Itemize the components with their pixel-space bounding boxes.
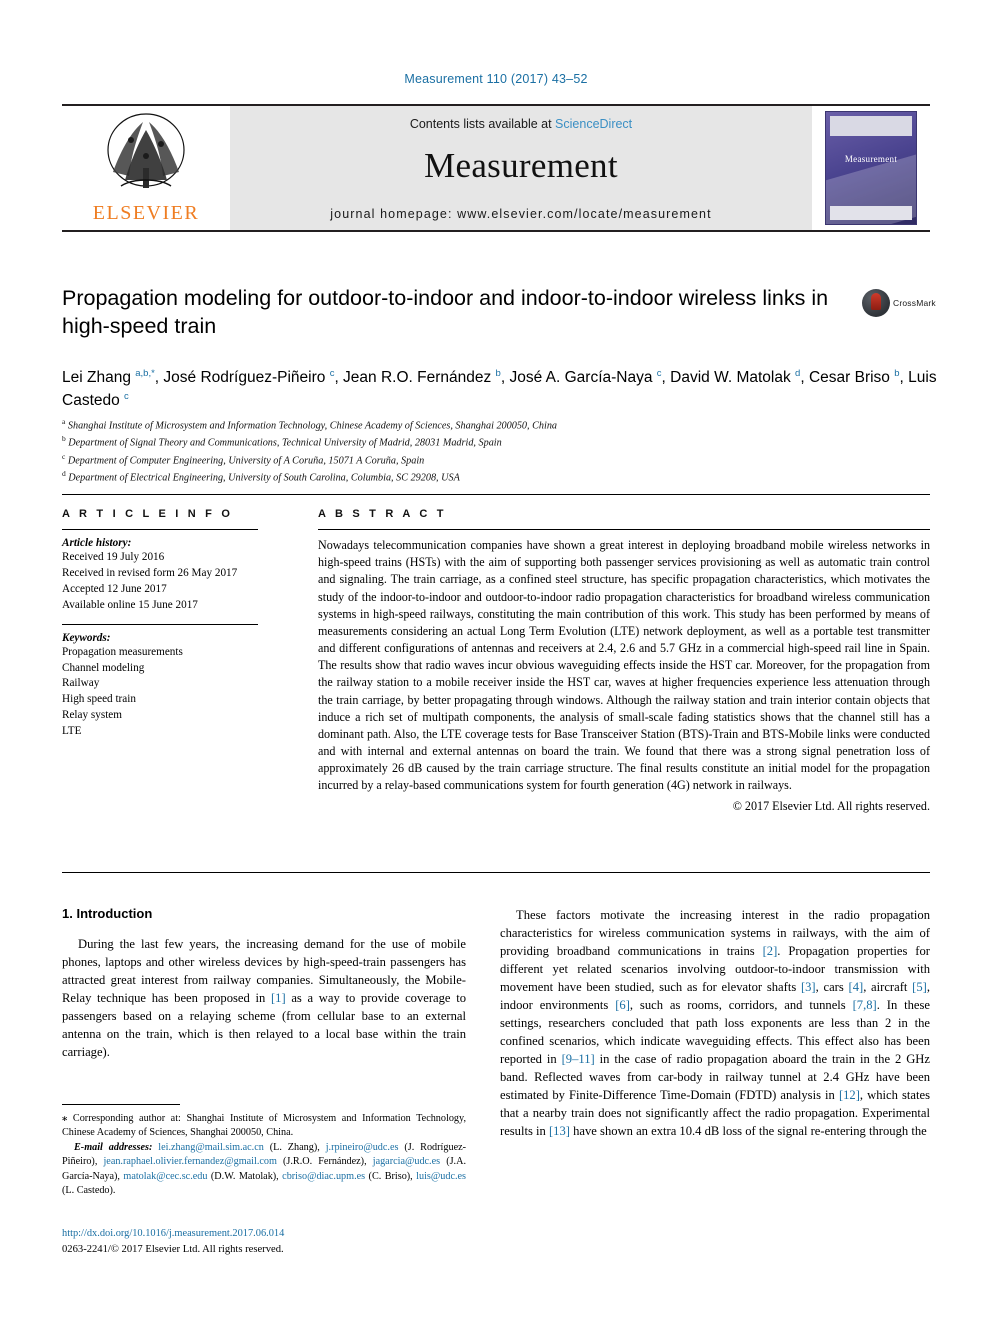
body-column-right: These factors motivate the increasing in… [500, 906, 930, 1140]
keyword-item: High speed train [62, 693, 136, 706]
journal-homepage-line[interactable]: journal homepage: www.elsevier.com/locat… [230, 207, 812, 221]
cover-bottom-band [830, 206, 912, 220]
article-info-heading: A R T I C L E I N F O [62, 508, 234, 520]
keyword-item: Railway [62, 677, 100, 690]
divider-above-abstract [62, 494, 930, 495]
cover-top-band [830, 116, 912, 136]
article-info-column: A R T I C L E I N F O Article history: R… [62, 508, 258, 740]
abstract-copyright: © 2017 Elsevier Ltd. All rights reserved… [732, 798, 930, 813]
journal-title: Measurement [424, 146, 618, 185]
sciencedirect-link[interactable]: ScienceDirect [555, 117, 632, 131]
affiliation-item: a Shanghai Institute of Microsystem and … [62, 417, 942, 434]
keyword-item: Relay system [62, 709, 122, 722]
abstract-heading-rule [318, 529, 930, 530]
journal-cover-thumbnail: Measurement [825, 111, 917, 225]
issn-copyright-line: 0263-2241/© 2017 Elsevier Ltd. All right… [62, 1244, 284, 1255]
keywords-label: Keywords: [62, 631, 111, 644]
affiliation-marker: a [62, 417, 66, 426]
publisher-wordmark: ELSEVIER [92, 202, 200, 224]
masthead-center: Contents lists available at ScienceDirec… [230, 106, 812, 230]
page-title: Propagation modeling for outdoor-to-indo… [62, 286, 829, 339]
footnote-block: ⁎ Corresponding author at: Shanghai Inst… [62, 1104, 466, 1199]
article-history-item: Accepted 12 June 2017 [62, 582, 167, 595]
affiliation-item: c Department of Computer Engineering, Un… [62, 452, 942, 469]
body-column-left: 1. Introduction During the last few year… [62, 906, 466, 1061]
affiliation-text: Department of Computer Engineering, Univ… [67, 454, 425, 466]
article-page: Measurement 110 (2017) 43–52 ELSEVIER Co… [0, 0, 992, 1323]
paragraph: During the last few years, the increasin… [62, 937, 467, 1059]
affiliation-item: b Department of Signal Theory and Commun… [62, 434, 942, 451]
author-list: Lei Zhang a,b,*, José Rodríguez-Piñeiro … [62, 367, 937, 410]
publisher-logo-area: ELSEVIER [62, 106, 230, 230]
affiliation-marker: c [62, 451, 66, 461]
crossmark-icon [862, 289, 890, 317]
keyword-item: Propagation measurements [62, 645, 183, 658]
title-block: Propagation modeling for outdoor-to-indo… [62, 284, 852, 341]
article-history-item: Available online 15 June 2017 [62, 598, 198, 611]
paragraph: These factors motivate the increasing in… [500, 908, 931, 1138]
divider-below-abstract [62, 872, 930, 873]
affiliation-list: a Shanghai Institute of Microsystem and … [62, 417, 942, 486]
keywords-divider [62, 623, 258, 625]
affiliation-marker: b [62, 434, 66, 444]
article-history-item: Received 19 July 2016 [62, 551, 165, 563]
affiliation-marker: d [62, 468, 66, 478]
affiliation-item: d Department of Electrical Engineering, … [62, 469, 942, 486]
contents-available-line: Contents lists available at ScienceDirec… [230, 117, 812, 131]
elsevier-tree-icon [107, 113, 185, 188]
abstract-column: A B S T R A C T Nowadays telecommunicati… [318, 508, 930, 814]
crossmark-badge[interactable]: CrossMark [862, 288, 936, 318]
abstract-text: Nowadays telecommunication companies hav… [318, 538, 930, 793]
article-info-heading-rule [62, 529, 258, 530]
keyword-item: LTE [62, 725, 82, 738]
article-history-item: Received in revised form 26 May 2017 [62, 566, 238, 579]
footnote-rule [62, 1104, 180, 1105]
running-head: Measurement 110 (2017) 43–52 [404, 72, 588, 86]
keyword-item: Channel modeling [62, 661, 145, 674]
email-addresses-note: E-mail addresses: lei.zhang@mail.sim.ac.… [62, 1141, 467, 1197]
contents-prefix: Contents lists available at [409, 117, 556, 131]
affiliation-text: Department of Signal Theory and Communic… [68, 437, 502, 449]
section-heading-introduction: 1. Introduction [62, 906, 153, 921]
journal-cover-area: Measurement [812, 106, 930, 230]
crossmark-label: CrossMark [893, 297, 936, 308]
abstract-heading: A B S T R A C T [318, 508, 447, 520]
journal-masthead: ELSEVIER Contents lists available at Sci… [62, 104, 930, 232]
corresponding-author-note: ⁎ Corresponding author at: Shanghai Inst… [62, 1113, 466, 1139]
affiliation-text: Shanghai Institute of Microsystem and In… [67, 420, 558, 432]
article-history-label: Article history: [62, 537, 132, 549]
doi-link[interactable]: http://dx.doi.org/10.1016/j.measurement.… [62, 1226, 466, 1242]
affiliation-text: Department of Electrical Engineering, Un… [68, 472, 460, 484]
